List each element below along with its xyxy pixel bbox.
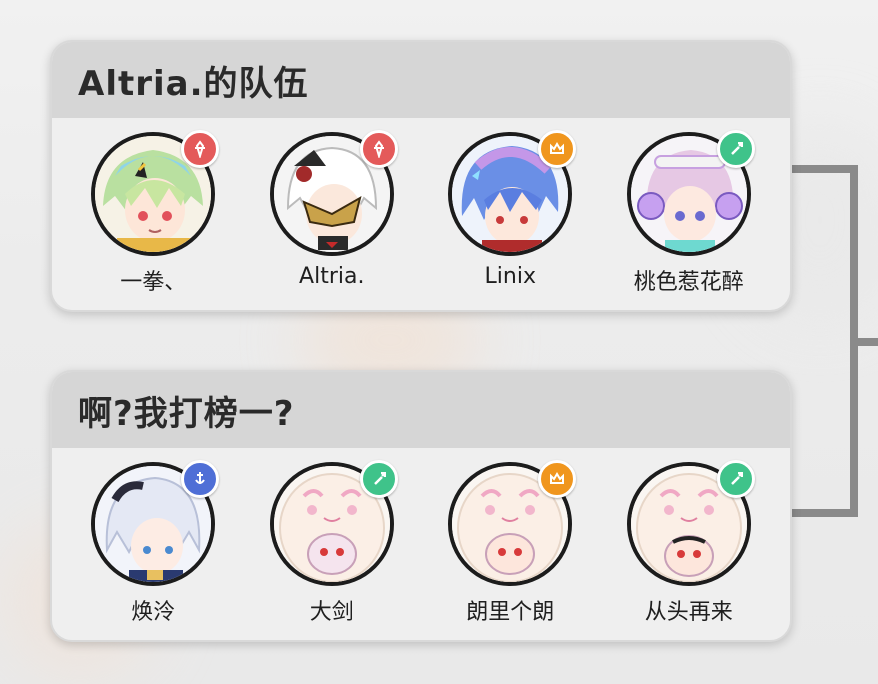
crown-icon — [550, 142, 565, 154]
member-name: Altria. — [299, 264, 365, 289]
assault-icon — [373, 140, 384, 158]
member-name: 朗里个朗 — [466, 600, 555, 625]
role-badge — [538, 460, 577, 498]
role-badge — [716, 460, 755, 498]
member-slot[interactable]: 一拳、 — [68, 130, 238, 296]
assault-icon — [195, 140, 206, 158]
support-icon — [373, 472, 386, 485]
team-members: 焕泠 大剑 朗里个朗 从头再来 — [52, 448, 790, 626]
role-badge — [359, 130, 398, 168]
bracket-out-line — [858, 338, 878, 346]
team-title: 啊?我打榜一? — [52, 372, 790, 448]
bracket-vertical-line — [850, 165, 858, 517]
bracket-top-line — [788, 165, 858, 173]
role-badge — [181, 130, 220, 168]
member-name: 一拳、 — [120, 270, 187, 295]
member-slot[interactable]: 从头再来 — [604, 460, 774, 626]
member-slot[interactable]: 桃色惹花醉 — [604, 130, 774, 296]
member-slot[interactable]: 焕泠 — [68, 460, 238, 626]
member-slot[interactable]: Linix — [425, 130, 595, 296]
member-slot[interactable]: 大剑 — [247, 460, 417, 626]
member-name: 大剑 — [309, 600, 354, 625]
member-name: Linix — [484, 264, 536, 289]
team-card-2: 啊?我打榜一? 焕泠 大剑 朗里个朗 从头再来 — [50, 370, 792, 642]
role-badge — [181, 460, 220, 498]
support-icon — [730, 472, 743, 485]
crown-icon — [550, 472, 565, 484]
member-slot[interactable]: Altria. — [247, 130, 417, 296]
team-members: 一拳、 Altria. Linix 桃色惹花醉 — [52, 118, 790, 296]
member-slot[interactable]: 朗里个朗 — [425, 460, 595, 626]
role-badge — [538, 130, 577, 168]
role-badge — [359, 460, 398, 498]
bracket-bottom-line — [788, 509, 858, 517]
role-badge — [716, 130, 755, 168]
guard-icon — [195, 472, 206, 484]
member-name: 从头再来 — [644, 600, 733, 625]
member-name: 焕泠 — [131, 600, 176, 625]
team-title: Altria.的队伍 — [52, 42, 790, 118]
support-icon — [730, 142, 743, 155]
team-card-1: Altria.的队伍 一拳、 Altria. Linix 桃色惹花醉 — [50, 40, 792, 312]
member-name: 桃色惹花醉 — [633, 270, 744, 295]
